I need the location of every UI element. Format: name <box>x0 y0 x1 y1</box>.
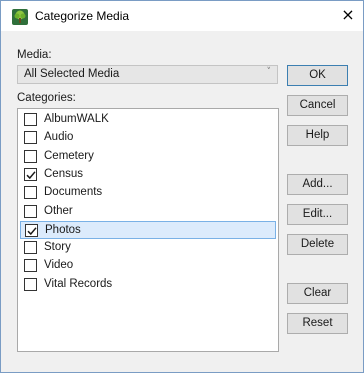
category-item-documents[interactable]: Documents <box>20 184 276 202</box>
categories-list[interactable]: AlbumWALK Audio Cemetery Census Documents Oth… <box>17 108 279 352</box>
category-checkbox[interactable] <box>24 204 37 218</box>
chevron-down-icon: ˅ <box>266 67 272 77</box>
category-label: Documents <box>44 186 103 199</box>
add-button[interactable]: Add... <box>287 174 348 195</box>
category-checkbox[interactable] <box>24 277 37 291</box>
title-bar: Categorize Media × <box>1 1 363 31</box>
category-item-albumwalk[interactable]: AlbumWALK <box>20 111 276 129</box>
category-label: Census <box>44 167 83 180</box>
category-label: Photos <box>45 223 81 236</box>
category-item-photos[interactable]: Photos <box>20 220 276 239</box>
category-label: Cemetery <box>44 149 94 162</box>
media-label: Media: <box>17 49 52 61</box>
categorize-media-dialog: Categorize Media × Media: All Selected M… <box>0 0 364 373</box>
category-item-other[interactable]: Other <box>20 203 276 221</box>
clear-button[interactable]: Clear <box>287 283 348 304</box>
category-item-census[interactable]: Census <box>20 166 276 184</box>
help-button[interactable]: Help <box>287 125 348 146</box>
category-item-audio[interactable]: Audio <box>20 129 276 147</box>
reset-button[interactable]: Reset <box>287 313 348 334</box>
category-checkbox[interactable] <box>24 131 37 145</box>
category-label: Audio <box>44 131 74 144</box>
media-select-value: All Selected Media <box>24 68 120 80</box>
delete-button[interactable]: Delete <box>287 234 348 255</box>
category-label: AlbumWALK <box>44 113 109 125</box>
checkmark-icon <box>27 227 37 235</box>
category-item-vital-records[interactable]: Vital Records <box>20 276 276 294</box>
category-checkbox[interactable] <box>25 223 38 237</box>
close-button[interactable]: × <box>333 1 363 31</box>
category-checkbox[interactable] <box>24 167 37 181</box>
categories-label: Categories: <box>17 92 76 104</box>
cancel-button[interactable]: Cancel <box>287 95 348 116</box>
category-label: Story <box>44 241 71 254</box>
category-item-story[interactable]: Story <box>20 239 276 257</box>
category-checkbox[interactable] <box>24 259 37 273</box>
category-item-video[interactable]: Video <box>20 257 276 275</box>
checkmark-icon <box>26 171 36 179</box>
category-checkbox[interactable] <box>24 186 37 200</box>
category-item-cemetery[interactable]: Cemetery <box>20 148 276 166</box>
media-select[interactable]: All Selected Media ˅ <box>17 65 278 84</box>
edit-button[interactable]: Edit... <box>287 204 348 225</box>
dialog-title: Categorize Media <box>35 9 130 23</box>
ok-button[interactable]: OK <box>287 65 348 86</box>
category-label: Vital Records <box>44 277 113 290</box>
category-checkbox[interactable] <box>24 149 37 163</box>
category-label: Other <box>44 204 73 217</box>
category-checkbox[interactable] <box>24 113 37 126</box>
category-label: Video <box>44 259 74 272</box>
category-checkbox[interactable] <box>24 241 37 255</box>
tree-icon <box>12 9 28 25</box>
